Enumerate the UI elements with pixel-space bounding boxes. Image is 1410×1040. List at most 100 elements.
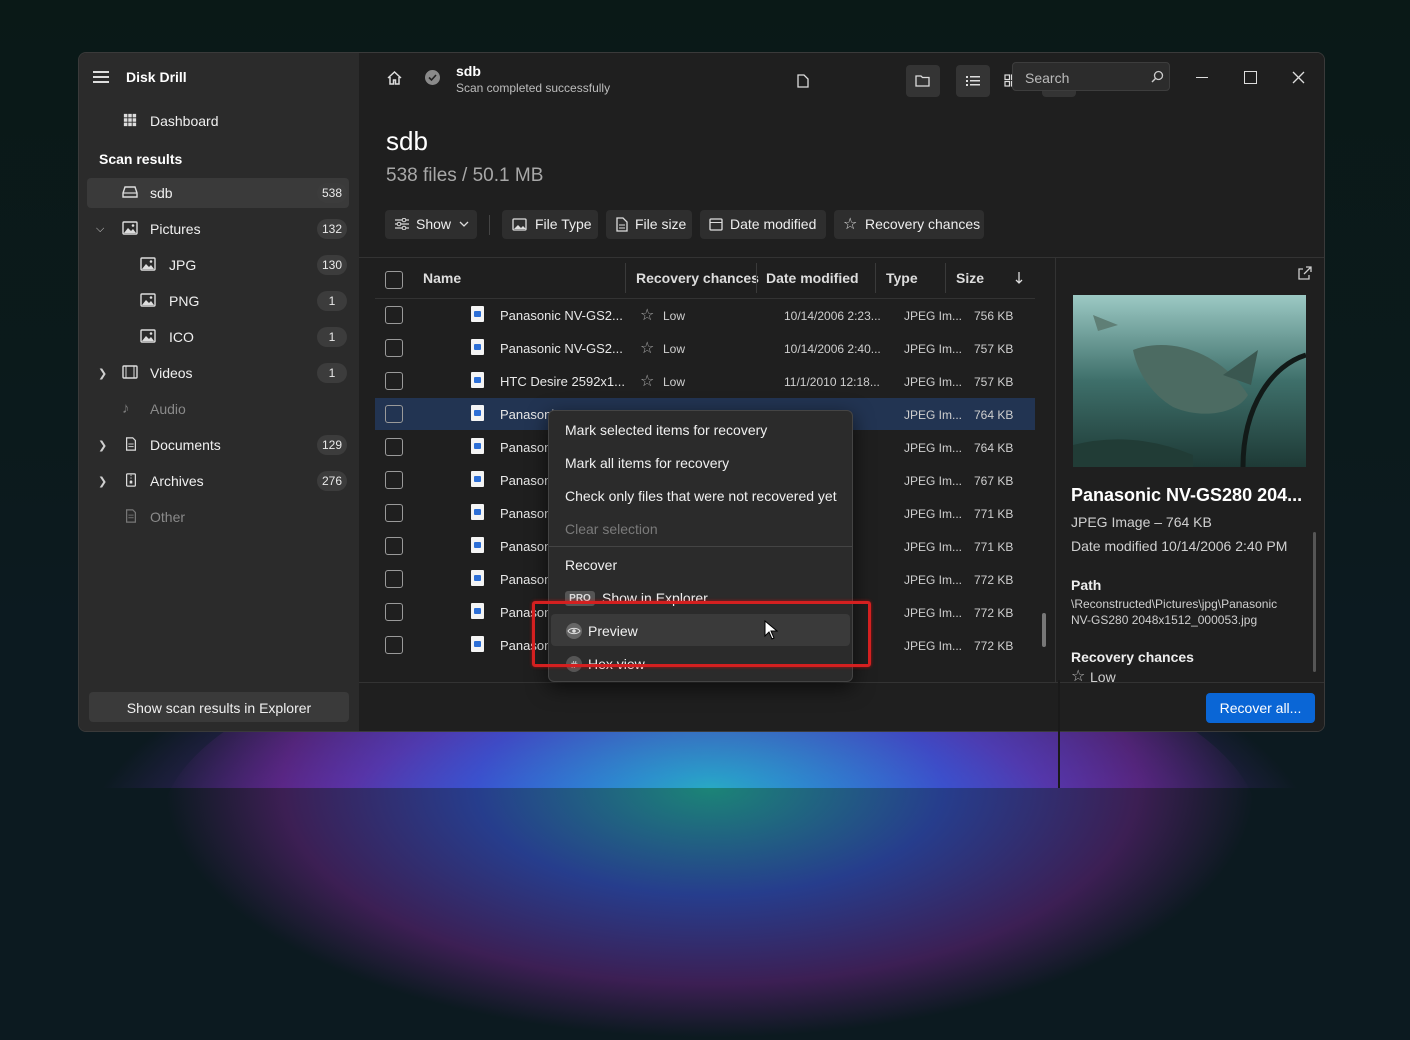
file-size: 756 KB [974, 309, 1014, 323]
sidebar-item-videos[interactable]: ❯ Videos 1 [87, 358, 349, 388]
image-file-icon [471, 372, 484, 388]
image-thumbnail [1073, 295, 1306, 467]
column-separator [875, 263, 876, 293]
column-header-name[interactable]: Name [423, 270, 461, 286]
show-in-explorer-button[interactable]: Show scan results in Explorer [89, 692, 349, 722]
row-checkbox[interactable] [385, 537, 403, 555]
minimize-icon[interactable] [1196, 77, 1208, 78]
sidebar-item-label: PNG [169, 293, 200, 309]
folder-view-button[interactable] [906, 65, 940, 97]
sidebar-item-pictures[interactable]: ⌵ Pictures 132 [87, 214, 349, 244]
table-row[interactable]: Panasonic NV-GS2... ☆ Low 10/14/2006 2:2… [375, 299, 1035, 331]
folder-icon [915, 75, 930, 87]
page-title: sdb [386, 126, 428, 156]
column-header-size[interactable]: Size [956, 270, 984, 286]
sidebar-item-dashboard[interactable]: Dashboard [87, 106, 349, 136]
row-checkbox[interactable] [385, 504, 403, 522]
menu-item-check-not-recovered[interactable]: Check only files that were not recovered… [565, 488, 837, 504]
row-checkbox[interactable] [385, 438, 403, 456]
sidebar-item-sdb[interactable]: sdb 538 [87, 178, 349, 208]
table-scrollbar-thumb[interactable] [1042, 613, 1046, 647]
chevron-down-icon[interactable]: ⌵ [96, 223, 104, 236]
image-icon [140, 257, 156, 271]
sort-down-arrow-icon[interactable] [1015, 271, 1023, 285]
recovery-chances-label: Recovery chances [865, 216, 981, 232]
close-icon[interactable] [1292, 71, 1305, 84]
menu-item-recover[interactable]: Recover [565, 557, 617, 573]
file-name: Panason [500, 473, 552, 488]
app-title: Disk Drill [126, 69, 187, 85]
sidebar-item-label: Other [150, 509, 186, 525]
file-type: JPEG Im... [904, 639, 963, 653]
count-badge: 132 [317, 219, 347, 239]
recovery-chance: Low [663, 342, 686, 356]
count-badge: 538 [317, 183, 347, 203]
hamburger-menu-icon[interactable] [93, 71, 109, 83]
file-size: 757 KB [974, 342, 1014, 356]
grid-icon [123, 113, 137, 127]
sliders-icon [395, 218, 409, 230]
recovery-chances-label: Recovery chances [1071, 649, 1194, 665]
maximize-icon[interactable] [1244, 71, 1257, 84]
sidebar-item-jpg[interactable]: JPG 130 [87, 250, 349, 280]
menu-divider [549, 546, 852, 547]
table-row[interactable]: HTC Desire 2592x1... ☆ Low 11/1/2010 12:… [375, 365, 1035, 397]
file-type: JPEG Im... [904, 375, 963, 389]
table-row[interactable]: Panasonic NV-GS2... ☆ Low 10/14/2006 2:4… [375, 332, 1035, 364]
sidebar-item-audio[interactable]: ♪ Audio [87, 394, 349, 424]
row-checkbox[interactable] [385, 471, 403, 489]
sidebar-item-documents[interactable]: ❯ Documents 129 [87, 430, 349, 460]
chevron-right-icon[interactable]: ❯ [98, 439, 107, 452]
search-input[interactable] [1023, 68, 1147, 88]
column-separator [945, 263, 946, 293]
row-checkbox[interactable] [385, 339, 403, 357]
file-type: JPEG Im... [904, 309, 963, 323]
image-icon [140, 293, 156, 307]
file-view-button[interactable] [786, 65, 820, 97]
path-line-2: NV-GS280 2048x1512_000053.jpg [1071, 613, 1258, 627]
row-checkbox[interactable] [385, 570, 403, 588]
image-file-icon [471, 603, 484, 619]
column-header-type[interactable]: Type [886, 270, 918, 286]
menu-item-mark-all[interactable]: Mark all items for recovery [565, 455, 729, 471]
recovery-chances-filter-button[interactable]: ☆ Recovery chances [834, 210, 984, 239]
column-separator [756, 263, 757, 293]
sidebar-item-label: Pictures [150, 221, 201, 237]
file-type-filter-button[interactable]: File Type [502, 210, 598, 239]
date-modified-filter-button[interactable]: Date modified [700, 210, 826, 239]
image-file-icon [471, 537, 484, 553]
show-filter-button[interactable]: Show [385, 210, 477, 239]
sidebar-item-other[interactable]: Other [87, 502, 349, 532]
home-icon[interactable] [386, 70, 403, 86]
open-external-icon[interactable] [1298, 266, 1312, 280]
recover-all-button[interactable]: Recover all... [1206, 693, 1315, 723]
sidebar-item-ico[interactable]: ICO 1 [87, 322, 349, 352]
chevron-right-icon[interactable]: ❯ [98, 475, 107, 488]
sidebar-item-archives[interactable]: ❯ Archives 276 [87, 466, 349, 496]
chevron-right-icon[interactable]: ❯ [98, 367, 107, 380]
list-view-button[interactable] [956, 65, 990, 97]
menu-item-mark-selected[interactable]: Mark selected items for recovery [565, 422, 767, 438]
show-filter-label: Show [416, 216, 452, 232]
image-icon [140, 329, 156, 343]
film-icon [122, 365, 138, 379]
row-checkbox[interactable] [385, 306, 403, 324]
select-all-checkbox[interactable] [385, 271, 403, 289]
file-type: JPEG Im... [904, 540, 963, 554]
search-icon[interactable] [1151, 70, 1164, 83]
file-size-filter-button[interactable]: File size [606, 210, 692, 239]
column-separator [625, 263, 626, 293]
preview-scrollbar-thumb[interactable] [1313, 532, 1316, 672]
column-header-recovery[interactable]: Recovery chances [636, 270, 759, 286]
sidebar-item-label: Dashboard [150, 113, 219, 129]
row-checkbox[interactable] [385, 636, 403, 654]
preview-type-size: JPEG Image – 764 KB [1071, 514, 1212, 530]
file-summary: 538 files / 50.1 MB [386, 165, 544, 186]
image-icon [512, 218, 527, 231]
row-checkbox[interactable] [385, 372, 403, 390]
column-header-date[interactable]: Date modified [766, 270, 859, 286]
search-box[interactable] [1012, 62, 1170, 91]
row-checkbox[interactable] [385, 405, 403, 423]
row-checkbox[interactable] [385, 603, 403, 621]
sidebar-item-png[interactable]: PNG 1 [87, 286, 349, 316]
